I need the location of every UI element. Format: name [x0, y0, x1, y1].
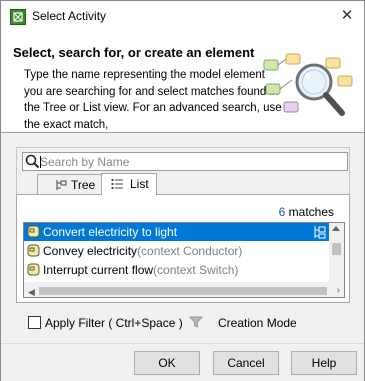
scroll-right-arrow-icon[interactable]: ›	[337, 285, 340, 296]
list-item-title: Convey electricity	[43, 244, 138, 258]
select-activity-dialog: Select Activity ✕ Select, search for, or…	[0, 0, 365, 381]
apply-filter-checkbox[interactable]	[28, 316, 41, 329]
tree-icon	[56, 180, 67, 190]
horizontal-scrollbar[interactable]: ◀ ›	[24, 282, 344, 297]
search-illustration-icon	[263, 53, 353, 116]
scroll-left-arrow-icon[interactable]: ◀	[28, 287, 35, 298]
search-input[interactable]	[40, 154, 340, 169]
list-item-name: Convey electricity(context Conductor)	[43, 244, 242, 258]
tab-list[interactable]: List	[101, 173, 157, 195]
header-banner: Select, search for, or create an element…	[1, 32, 364, 133]
list-item-context: (context Switch)	[153, 263, 239, 277]
activity-icon	[27, 225, 40, 238]
ok-button[interactable]: OK	[134, 351, 200, 375]
list-item-title: Interrupt current flow	[43, 263, 154, 277]
list-icon	[111, 179, 123, 189]
close-button[interactable]: ✕	[336, 6, 358, 26]
apply-filter-label[interactable]: Apply Filter ( Ctrl+Space )	[45, 316, 183, 330]
scroll-up-arrow-icon[interactable]	[332, 226, 340, 231]
text-caret	[40, 156, 41, 168]
tab-list-label: List	[130, 177, 149, 191]
list-item-name: Interrupt current flow(context Switch)	[43, 263, 238, 277]
window-title: Select Activity	[32, 9, 107, 23]
match-count-suffix: matches	[285, 205, 334, 219]
title-bar: Select Activity ✕	[1, 1, 364, 32]
tab-tree-label: Tree	[71, 178, 96, 192]
search-box[interactable]	[22, 152, 348, 171]
vertical-scroll-thumb[interactable]	[332, 243, 341, 255]
help-button[interactable]: Help	[291, 351, 357, 375]
search-icon	[25, 154, 40, 169]
list-item[interactable]: Convey electricity(context Conductor)	[24, 242, 330, 260]
vertical-scrollbar[interactable]	[329, 223, 344, 283]
app-icon	[10, 9, 26, 25]
list-item-name: Convert electricity to light	[43, 225, 178, 239]
banner-title: Select, search for, or create an element	[13, 45, 255, 60]
activity-icon	[27, 263, 40, 276]
list-item-context: (context Conductor)	[137, 244, 243, 258]
horizontal-scroll-thumb[interactable]	[39, 287, 327, 295]
creation-mode-label[interactable]: Creation Mode	[218, 316, 297, 330]
banner-description: Type the name representing the model ele…	[24, 69, 282, 131]
list-item[interactable]: Convert electricity to light	[24, 223, 330, 241]
select-in-tree-icon[interactable]	[313, 225, 327, 239]
list-panel: 6 matches Convert electricity to light C…	[16, 194, 350, 303]
match-count: 6 matches	[279, 205, 334, 219]
activity-icon	[27, 244, 40, 257]
tab-tree[interactable]: Tree	[37, 174, 103, 195]
results-list[interactable]: Convert electricity to light Convey elec…	[23, 222, 345, 298]
filter-icon[interactable]	[189, 315, 203, 329]
cancel-button[interactable]: Cancel	[213, 351, 279, 375]
list-item[interactable]: Interrupt current flow(context Switch)	[24, 261, 330, 279]
